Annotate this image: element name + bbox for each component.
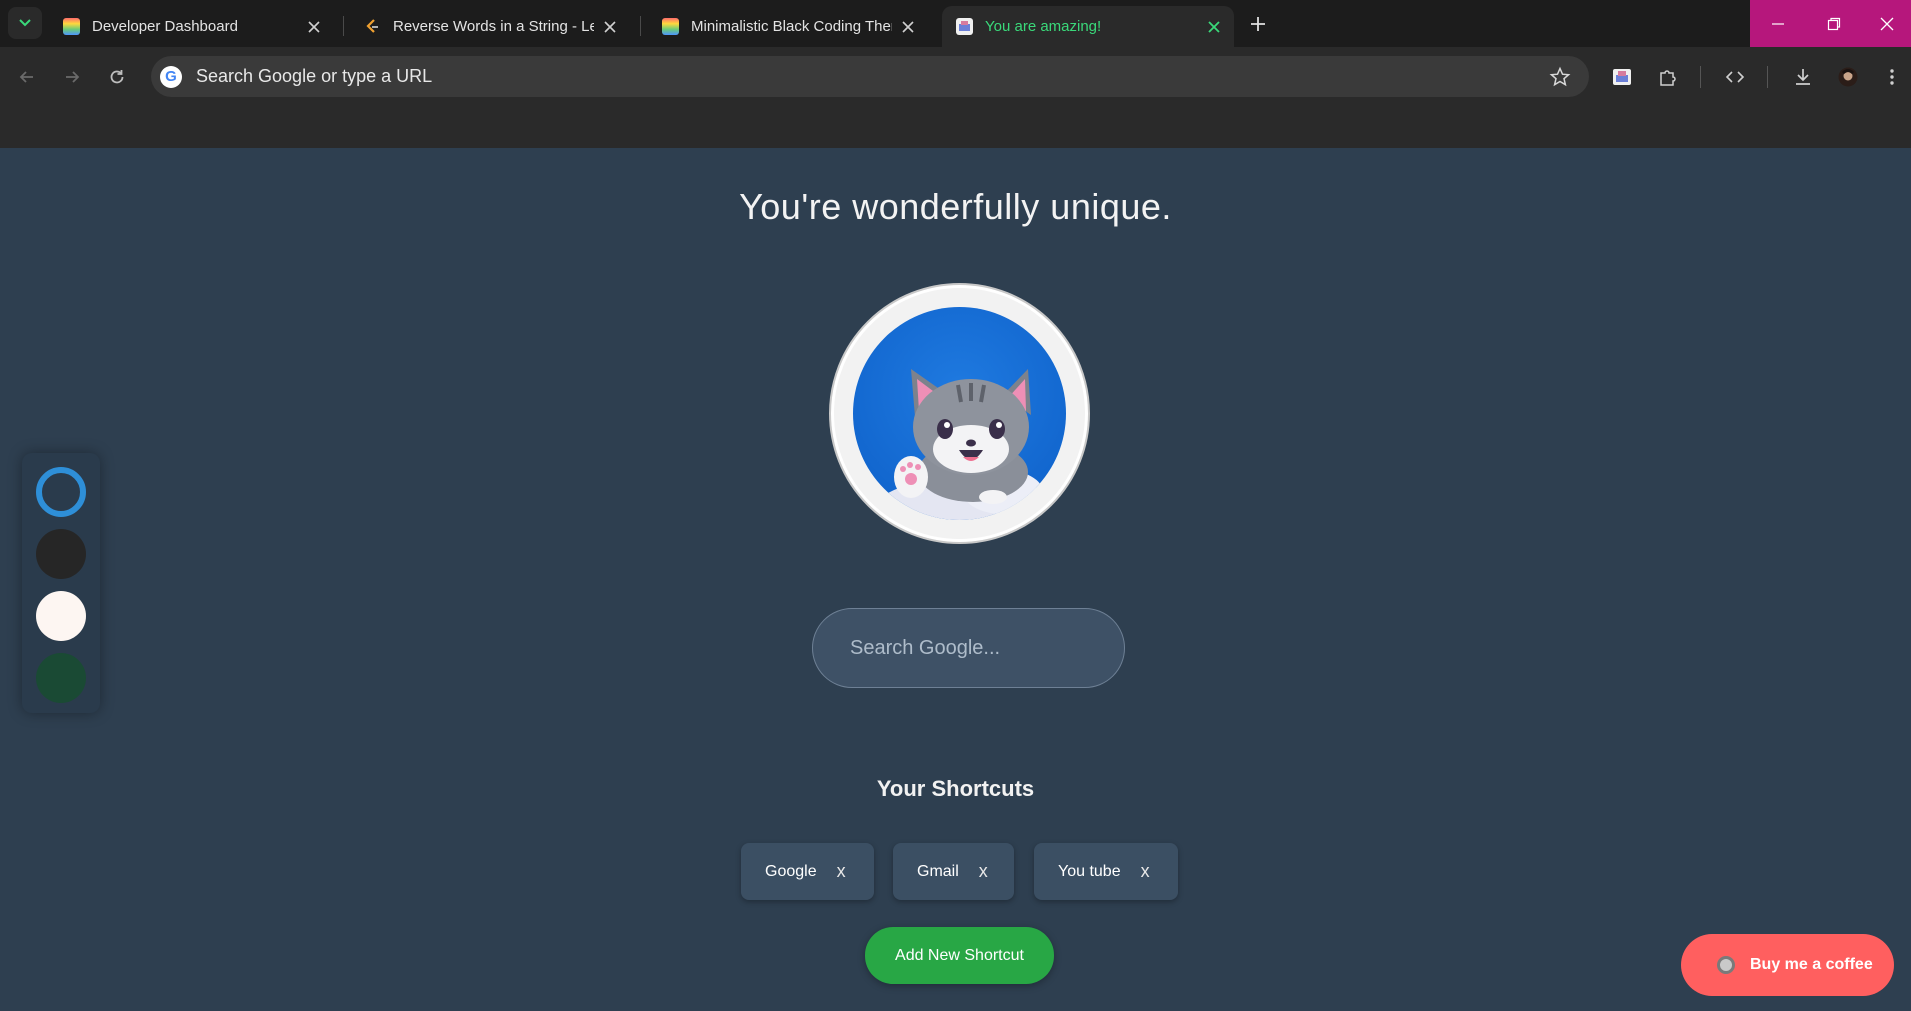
tab-developer-dashboard[interactable]: Developer Dashboard [49, 6, 334, 47]
profile-avatar-button[interactable] [1835, 64, 1861, 90]
rainbow-favicon-icon [662, 18, 679, 35]
more-vertical-icon [1890, 69, 1894, 85]
shortcut-youtube[interactable]: You tube x [1034, 843, 1178, 900]
reload-icon [110, 70, 124, 84]
remove-shortcut-button[interactable]: x [837, 861, 846, 882]
tab-separator [640, 16, 641, 36]
extensions-button[interactable] [1655, 64, 1681, 90]
buy-me-a-coffee-button[interactable]: Buy me a coffee [1681, 934, 1894, 996]
reload-button[interactable] [103, 63, 131, 91]
tab-title: You are amazing! [985, 18, 1102, 35]
bookmark-star-icon[interactable] [1549, 66, 1571, 88]
tab-leetcode[interactable]: Reverse Words in a String - LeetCode [350, 6, 630, 47]
code-icon [1725, 71, 1745, 83]
tab-minimalistic-theme[interactable]: Minimalistic Black Coding Theme [648, 6, 928, 47]
tab-title: Minimalistic Black Coding Theme [691, 18, 892, 35]
shortcut-gmail[interactable]: Gmail x [893, 843, 1014, 900]
close-icon [1880, 17, 1893, 30]
new-tab-page: You're wonderfully unique. Search Google… [0, 148, 1911, 1011]
puzzle-icon [1660, 70, 1676, 86]
theme-swatch-white[interactable] [36, 591, 86, 641]
close-tab-icon[interactable] [306, 19, 322, 35]
theme-swatch-green[interactable] [36, 653, 86, 703]
tab-you-are-amazing[interactable]: You are amazing! [942, 6, 1234, 47]
add-shortcut-button[interactable]: Add New Shortcut [865, 927, 1054, 984]
google-icon: G [160, 65, 182, 88]
toolbar-separator [1767, 66, 1768, 88]
tab-strip: Developer Dashboard Reverse Words in a S… [0, 0, 1911, 47]
shortcut-label: Gmail [917, 862, 959, 880]
extension-app-button[interactable] [1609, 64, 1635, 90]
downloads-button[interactable] [1790, 64, 1816, 90]
shortcut-label: Google [765, 862, 817, 880]
address-bar-text: Search Google or type a URL [196, 66, 433, 86]
tab-search-button[interactable] [8, 7, 42, 39]
leetcode-favicon-icon [364, 18, 381, 35]
shortcut-google[interactable]: Google x [741, 843, 874, 900]
greeting-heading: You're wonderfully unique. [739, 186, 1172, 227]
page-favicon-icon [956, 18, 973, 35]
browser-toolbar: G Search Google or type a URL [0, 47, 1911, 155]
remove-shortcut-button[interactable]: x [979, 861, 988, 882]
new-tab-button[interactable] [1243, 10, 1273, 38]
extension-favicon-icon [1613, 69, 1631, 85]
close-window-button[interactable] [1862, 0, 1911, 47]
tab-separator [343, 16, 344, 36]
close-tab-icon[interactable] [1206, 19, 1222, 35]
theme-picker [22, 453, 100, 713]
devtools-button[interactable] [1722, 64, 1748, 90]
profile-picture-frame [829, 283, 1090, 544]
remove-shortcut-button[interactable]: x [1141, 861, 1150, 882]
cat-illustration [853, 307, 1066, 520]
arrow-right-icon [66, 71, 80, 83]
shortcut-label: You tube [1058, 862, 1121, 880]
download-icon [1796, 69, 1810, 85]
chevron-down-icon [19, 19, 31, 27]
coffee-label: Buy me a coffee [1750, 956, 1873, 973]
search-input[interactable]: Search Google... [812, 608, 1125, 688]
avatar-icon [1838, 67, 1858, 87]
toolbar-separator [1700, 66, 1701, 88]
address-bar[interactable]: G Search Google or type a URL [151, 56, 1589, 97]
rainbow-favicon-icon [63, 18, 80, 35]
theme-swatch-black[interactable] [36, 529, 86, 579]
back-button[interactable] [13, 63, 41, 91]
arrow-left-icon [19, 71, 33, 83]
theme-swatch-blue[interactable] [36, 467, 86, 517]
minimize-button[interactable] [1750, 0, 1806, 47]
tab-title: Developer Dashboard [92, 18, 238, 35]
plus-icon [1251, 17, 1265, 31]
shortcuts-heading: Your Shortcuts [876, 776, 1035, 801]
close-tab-icon[interactable] [900, 19, 916, 35]
menu-button[interactable] [1879, 64, 1905, 90]
close-tab-icon[interactable] [602, 19, 618, 35]
coffee-cup-icon [1717, 956, 1735, 974]
restore-icon [1827, 17, 1841, 30]
tab-title: Reverse Words in a String - LeetCode [393, 18, 594, 35]
restore-button[interactable] [1806, 0, 1862, 47]
forward-button[interactable] [58, 63, 86, 91]
minimize-icon [1772, 22, 1784, 25]
